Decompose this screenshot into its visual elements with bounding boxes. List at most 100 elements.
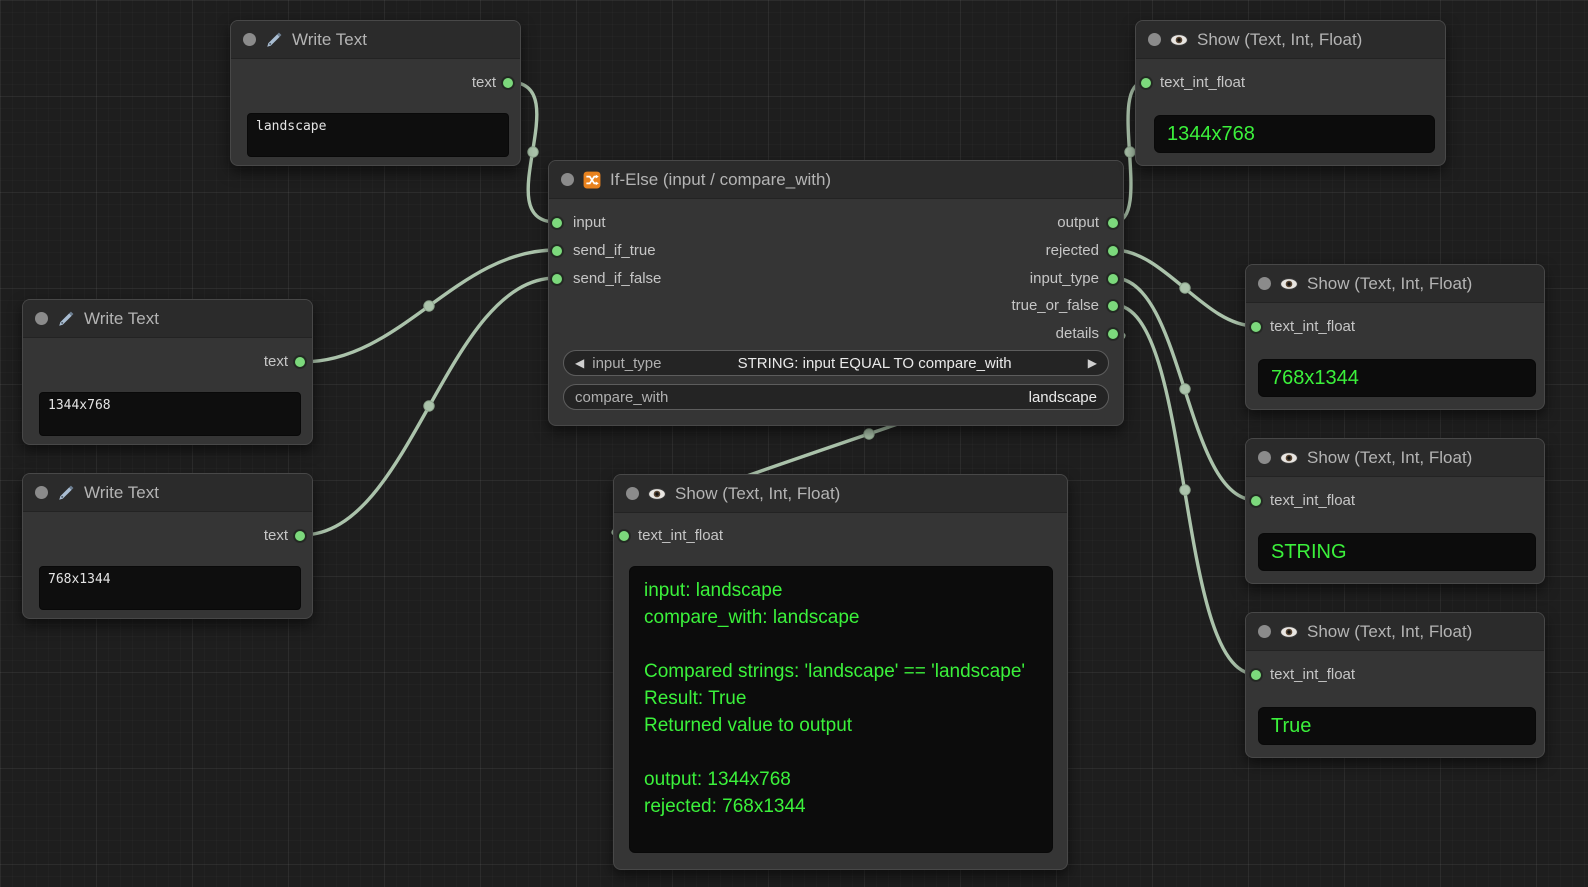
collapse-dot[interactable] — [1258, 451, 1271, 464]
output-slot-label: rejected — [1046, 241, 1099, 261]
output-slot-label: true_or_false — [1011, 296, 1099, 316]
combo-widget-input-type[interactable]: ◀ input_type STRING: input EQUAL TO comp… — [563, 350, 1109, 376]
link-midpoint-dot — [424, 401, 434, 411]
pen-icon — [57, 484, 75, 502]
combo-prev-arrow[interactable]: ◀ — [575, 356, 584, 370]
node-if-else[interactable]: If-Else (input / compare_with) input sen… — [548, 160, 1124, 426]
input-port[interactable] — [1250, 321, 1262, 333]
eye-icon — [1280, 275, 1298, 293]
input-port-send-if-false[interactable] — [551, 273, 563, 285]
output-slot-label: output — [1057, 213, 1099, 233]
node-titlebar[interactable]: Write Text — [231, 21, 520, 59]
input-slot-label: text_int_float — [1270, 491, 1355, 511]
input-port-send-if-true[interactable] — [551, 245, 563, 257]
combo-next-arrow[interactable]: ▶ — [1088, 356, 1097, 370]
collapse-dot[interactable] — [626, 487, 639, 500]
link-midpoint-dot — [1180, 384, 1190, 394]
collapse-dot[interactable] — [35, 486, 48, 499]
eye-icon — [1170, 31, 1188, 49]
collapse-dot[interactable] — [243, 33, 256, 46]
eye-icon — [648, 485, 666, 503]
input-port[interactable] — [618, 530, 630, 542]
node-show-output[interactable]: Show (Text, Int, Float) text_int_float 1… — [1135, 20, 1446, 166]
value-display: 1344x768 — [1154, 115, 1435, 153]
node-titlebar[interactable]: Write Text — [23, 300, 312, 338]
node-title: Show (Text, Int, Float) — [1307, 622, 1472, 642]
collapse-dot[interactable] — [1258, 277, 1271, 290]
node-canvas[interactable]: Write Text text landscape Write Text tex… — [0, 0, 1588, 887]
output-slot-label: input_type — [1030, 269, 1099, 289]
node-title: Show (Text, Int, Float) — [675, 484, 840, 504]
collapse-dot[interactable] — [561, 173, 574, 186]
output-port[interactable] — [294, 356, 306, 368]
node-show-input-type[interactable]: Show (Text, Int, Float) text_int_float S… — [1245, 438, 1545, 584]
link-midpoint-dot — [424, 301, 434, 311]
output-port-input-type[interactable] — [1107, 273, 1119, 285]
node-titlebar[interactable]: Write Text — [23, 474, 312, 512]
node-title: Write Text — [292, 30, 367, 50]
shuffle-icon — [583, 171, 601, 189]
value-display: STRING — [1258, 533, 1536, 571]
combo-value: STRING: input EQUAL TO compare_with — [669, 355, 1079, 372]
text-widget[interactable]: 1344x768 — [39, 392, 301, 436]
node-show-rejected[interactable]: Show (Text, Int, Float) text_int_float 7… — [1245, 264, 1545, 410]
node-title: Show (Text, Int, Float) — [1197, 30, 1362, 50]
field-label: compare_with — [575, 389, 668, 406]
output-slot-label: text — [264, 526, 288, 546]
output-port-details[interactable] — [1107, 328, 1119, 340]
link-midpoint-dot — [1125, 147, 1135, 157]
link-midpoint-dot — [528, 147, 538, 157]
node-title: Show (Text, Int, Float) — [1307, 274, 1472, 294]
input-port[interactable] — [1250, 669, 1262, 681]
node-titlebar[interactable]: Show (Text, Int, Float) — [1246, 439, 1544, 477]
node-show-true-or-false[interactable]: Show (Text, Int, Float) text_int_float T… — [1245, 612, 1545, 758]
collapse-dot[interactable] — [35, 312, 48, 325]
node-show-details[interactable]: Show (Text, Int, Float) text_int_float i… — [613, 474, 1068, 870]
node-title: If-Else (input / compare_with) — [610, 170, 831, 190]
output-port-rejected[interactable] — [1107, 245, 1119, 257]
node-titlebar[interactable]: Show (Text, Int, Float) — [1246, 265, 1544, 303]
pen-icon — [265, 31, 283, 49]
output-port[interactable] — [294, 530, 306, 542]
eye-icon — [1280, 623, 1298, 641]
input-slot-label: text_int_float — [1270, 665, 1355, 685]
node-titlebar[interactable]: Show (Text, Int, Float) — [1246, 613, 1544, 651]
node-title: Write Text — [84, 309, 159, 329]
input-slot-label: text_int_float — [1160, 73, 1245, 93]
output-port[interactable] — [502, 77, 514, 89]
input-slot-label: send_if_true — [573, 241, 656, 261]
value-display: True — [1258, 707, 1536, 745]
node-titlebar[interactable]: Show (Text, Int, Float) — [614, 475, 1067, 513]
collapse-dot[interactable] — [1258, 625, 1271, 638]
output-slot-label: details — [1056, 324, 1099, 344]
node-title: Show (Text, Int, Float) — [1307, 448, 1472, 468]
pen-icon — [57, 310, 75, 328]
eye-icon — [1280, 449, 1298, 467]
input-port[interactable] — [1140, 77, 1152, 89]
link-midpoint-dot — [1180, 283, 1190, 293]
value-display: input: landscape compare_with: landscape… — [629, 566, 1053, 853]
value-display: 768x1344 — [1258, 359, 1536, 397]
input-slot-label: send_if_false — [573, 269, 661, 289]
link-midpoint-dot — [864, 429, 874, 439]
collapse-dot[interactable] — [1148, 33, 1161, 46]
node-write-text-1[interactable]: Write Text text landscape — [230, 20, 521, 166]
node-title: Write Text — [84, 483, 159, 503]
node-write-text-3[interactable]: Write Text text 768x1344 — [22, 473, 313, 619]
input-slot-label: text_int_float — [638, 526, 723, 546]
field-value: landscape — [676, 389, 1097, 406]
output-port-output[interactable] — [1107, 217, 1119, 229]
field-widget-compare-with[interactable]: compare_with landscape — [563, 384, 1109, 410]
text-widget[interactable]: landscape — [247, 113, 509, 157]
node-titlebar[interactable]: Show (Text, Int, Float) — [1136, 21, 1445, 59]
node-titlebar[interactable]: If-Else (input / compare_with) — [549, 161, 1123, 199]
text-widget[interactable]: 768x1344 — [39, 566, 301, 610]
input-slot-label: input — [573, 213, 606, 233]
input-port[interactable] — [1250, 495, 1262, 507]
output-slot-label: text — [264, 352, 288, 372]
output-slot-label: text — [472, 73, 496, 93]
input-port-input[interactable] — [551, 217, 563, 229]
output-port-true-or-false[interactable] — [1107, 300, 1119, 312]
node-write-text-2[interactable]: Write Text text 1344x768 — [22, 299, 313, 445]
combo-label: input_type — [592, 355, 661, 372]
